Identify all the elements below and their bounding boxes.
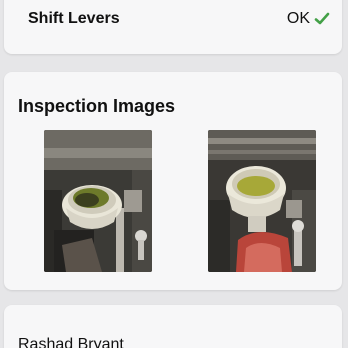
technician-card: Rashad Bryant — [4, 305, 342, 348]
engine-reservoir-photo — [208, 130, 316, 272]
checklist-item-label: Shift Levers — [28, 10, 120, 27]
technician-name: Rashad Bryant — [18, 336, 124, 348]
inspection-image-thumbnail[interactable] — [44, 130, 152, 272]
checklist-item-status: OK — [287, 10, 330, 28]
status-text: OK — [286, 10, 310, 27]
checklist-item-card: Shift Levers OK — [4, 0, 342, 54]
engine-reservoir-photo — [44, 130, 152, 272]
inspection-images-card: Inspection Images — [4, 72, 342, 290]
checkmark-icon — [314, 12, 330, 25]
inspection-image-thumbnail[interactable] — [208, 130, 316, 272]
section-title: Inspection Images — [18, 96, 176, 116]
